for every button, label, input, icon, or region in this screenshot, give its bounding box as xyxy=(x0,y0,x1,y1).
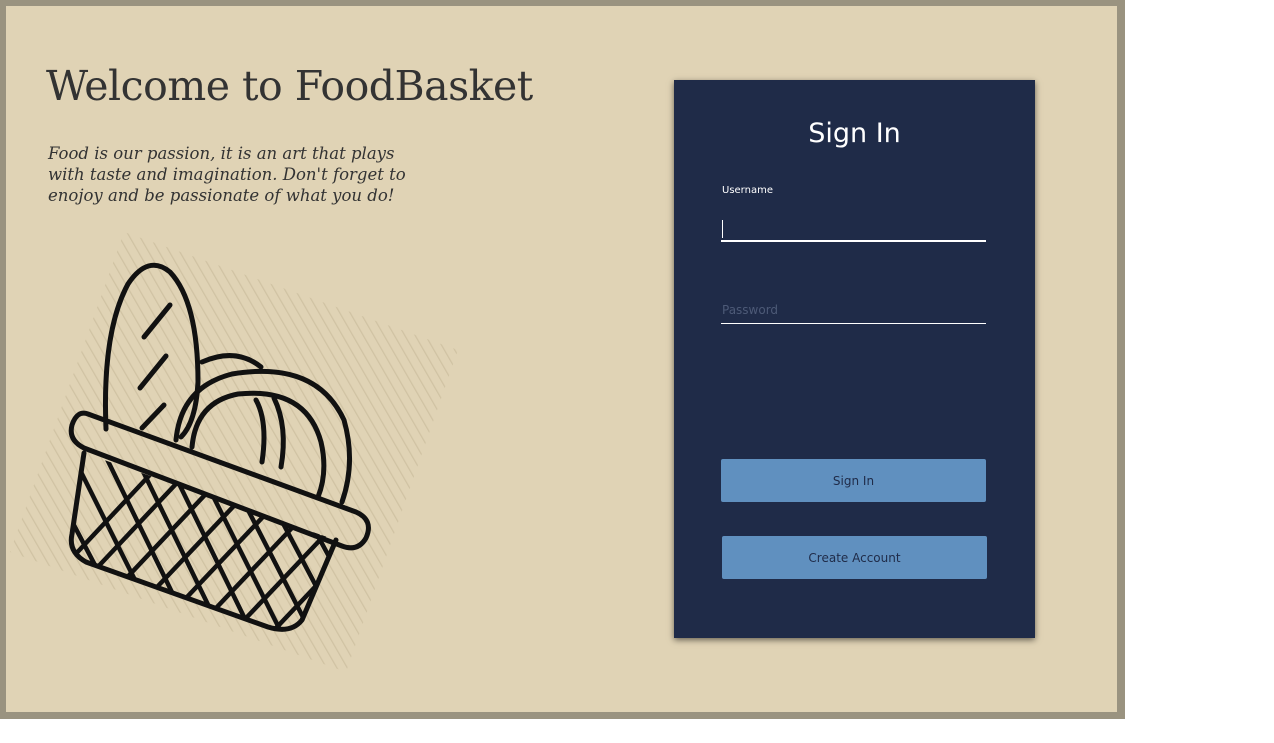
username-label: Username xyxy=(722,185,773,196)
welcome-title: Welcome to FoodBasket xyxy=(46,62,533,110)
password-field[interactable] xyxy=(721,296,986,324)
username-field[interactable] xyxy=(721,214,986,242)
bread-basket-icon xyxy=(10,232,458,672)
text-cursor xyxy=(722,220,723,238)
app-window: Welcome to FoodBasket Food is our passio… xyxy=(0,0,1125,719)
sign-in-button[interactable]: Sign In xyxy=(721,459,986,502)
sign-in-title: Sign In xyxy=(808,118,901,149)
sign-in-panel: Sign In Username Sign In Create Account xyxy=(674,80,1035,638)
welcome-tagline: Food is our passion, it is an art that p… xyxy=(48,144,406,205)
login-page: Welcome to FoodBasket Food is our passio… xyxy=(6,6,1117,712)
create-account-button[interactable]: Create Account xyxy=(722,536,987,579)
